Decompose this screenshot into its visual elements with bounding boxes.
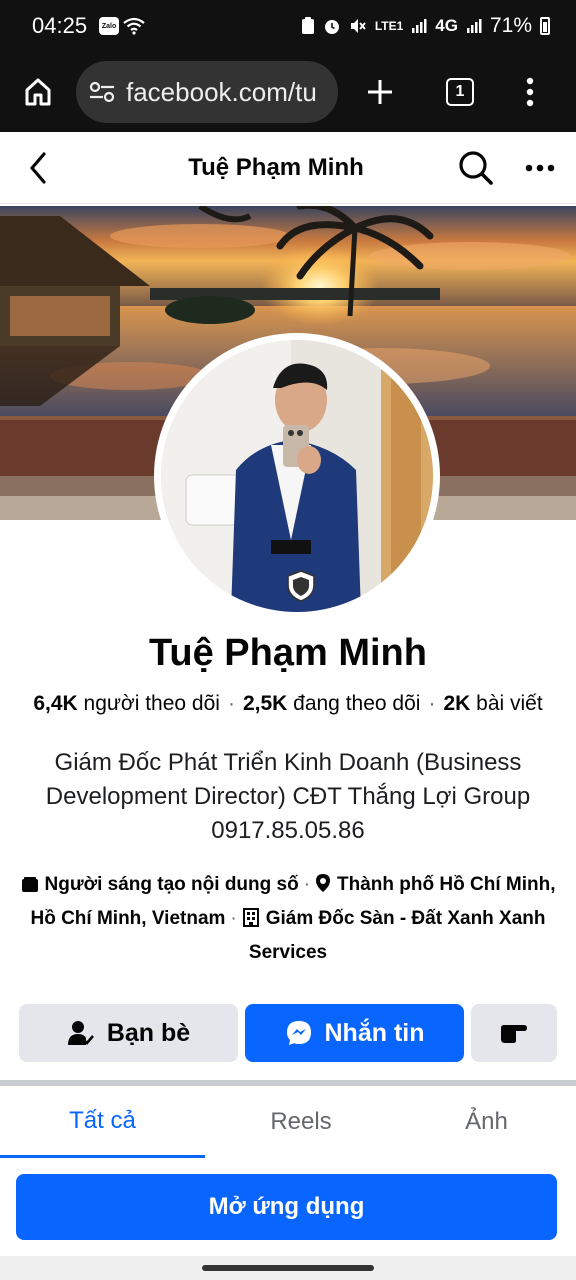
creator-icon (21, 877, 38, 892)
poke-hand-icon (501, 1025, 527, 1043)
search-button[interactable] (448, 132, 504, 204)
tab-all[interactable]: Tất cả (0, 1086, 205, 1158)
posts-count: 2K (443, 692, 471, 715)
location-pin-icon (316, 874, 331, 892)
tab-switcher-button[interactable]: 1 (420, 52, 500, 132)
app-notification-icon (301, 17, 314, 34)
mute-icon (350, 19, 366, 33)
signal-icon-1 (412, 19, 427, 33)
friend-check-icon (67, 1021, 94, 1045)
status-left: 04:25 Zalo (32, 13, 145, 39)
url-text: facebook.com/tu (126, 76, 317, 107)
home-icon (25, 78, 51, 106)
home-gesture-bar[interactable] (202, 1265, 374, 1271)
profile-avatar[interactable] (154, 333, 440, 619)
alarm-icon (324, 20, 339, 34)
details-separator: · (303, 874, 311, 895)
following-count[interactable]: 2,5K (243, 692, 287, 715)
chevron-left-icon (30, 151, 46, 184)
new-tab-button[interactable] (340, 52, 420, 132)
more-horiz-icon (525, 164, 555, 171)
header-title: Tuệ Phạm Minh (188, 153, 364, 181)
status-right: LTE1 4G 71% (301, 14, 550, 38)
more-vert-icon (526, 77, 534, 107)
address-bar[interactable]: facebook.com/tu (76, 61, 338, 123)
workplace-icon (242, 908, 259, 927)
plus-icon (368, 80, 392, 104)
messenger-icon (286, 1021, 311, 1045)
status-time: 04:25 (32, 13, 88, 38)
search-icon (459, 150, 493, 185)
back-button[interactable] (0, 132, 76, 204)
followers-label[interactable]: người theo dõi (84, 692, 220, 715)
wifi-icon (123, 17, 145, 35)
profile-name: Tuệ Phạm Minh (149, 632, 427, 674)
profile-bio: Giám Đốc Phát Triển Kinh Doanh (Business… (45, 749, 531, 844)
profile-tabs: Tất cả Reels Ảnh (0, 1086, 576, 1158)
following-label[interactable]: đang theo dõi (293, 692, 420, 715)
profile-header: Tuệ Phạm Minh (0, 132, 576, 204)
profile-details: Người sáng tạo nội dung số · Thành phố Hồ … (20, 868, 556, 970)
friends-button[interactable]: Bạn bè (19, 1004, 238, 1062)
tab-photos[interactable]: Ảnh (397, 1086, 576, 1158)
posts-label: bài viết (476, 692, 543, 715)
volte-label: LTE1 (374, 19, 404, 33)
status-bar: 04:25 Zalo LTE1 4G 71% (0, 0, 576, 52)
followers-count[interactable]: 6,4K (33, 692, 77, 715)
profile-actions: Bạn bè Nhắn tin (19, 1004, 557, 1062)
message-button-label: Nhắn tin (324, 1018, 425, 1047)
battery-icon (540, 17, 550, 35)
browser-menu-button[interactable] (500, 52, 560, 132)
stats-separator: · (428, 692, 436, 715)
network-type-label: 4G (435, 16, 458, 35)
friends-button-label: Bạn bè (106, 1018, 191, 1047)
detail-creator: Người sáng tạo nội dung số (44, 874, 299, 895)
poke-more-button[interactable] (471, 1004, 557, 1062)
open-app-button[interactable]: Mở ứng dụng (16, 1174, 557, 1240)
more-options-button[interactable] (504, 132, 576, 204)
profile-guard-shield-icon (287, 570, 315, 602)
stats-separator: · (227, 692, 235, 715)
battery-percent: 71% (489, 14, 532, 37)
tab-reels[interactable]: Reels (205, 1086, 397, 1158)
browser-toolbar: facebook.com/tu 1 (0, 52, 576, 132)
profile-stats: 6,4K người theo dõi · 2,5K đang theo dõi · 2… (0, 692, 576, 716)
details-separator: · (230, 908, 237, 929)
detail-work: Giám Đốc Sàn - Đất Xanh Xanh Services (248, 908, 546, 963)
avatar-photo (161, 340, 433, 612)
signal-icon-2 (466, 19, 482, 33)
tab-count: 1 (446, 78, 474, 106)
site-settings-icon[interactable] (88, 78, 116, 106)
zalo-notification-icon: Zalo (99, 17, 120, 35)
home-button[interactable] (0, 52, 76, 132)
message-button[interactable]: Nhắn tin (245, 1004, 464, 1062)
